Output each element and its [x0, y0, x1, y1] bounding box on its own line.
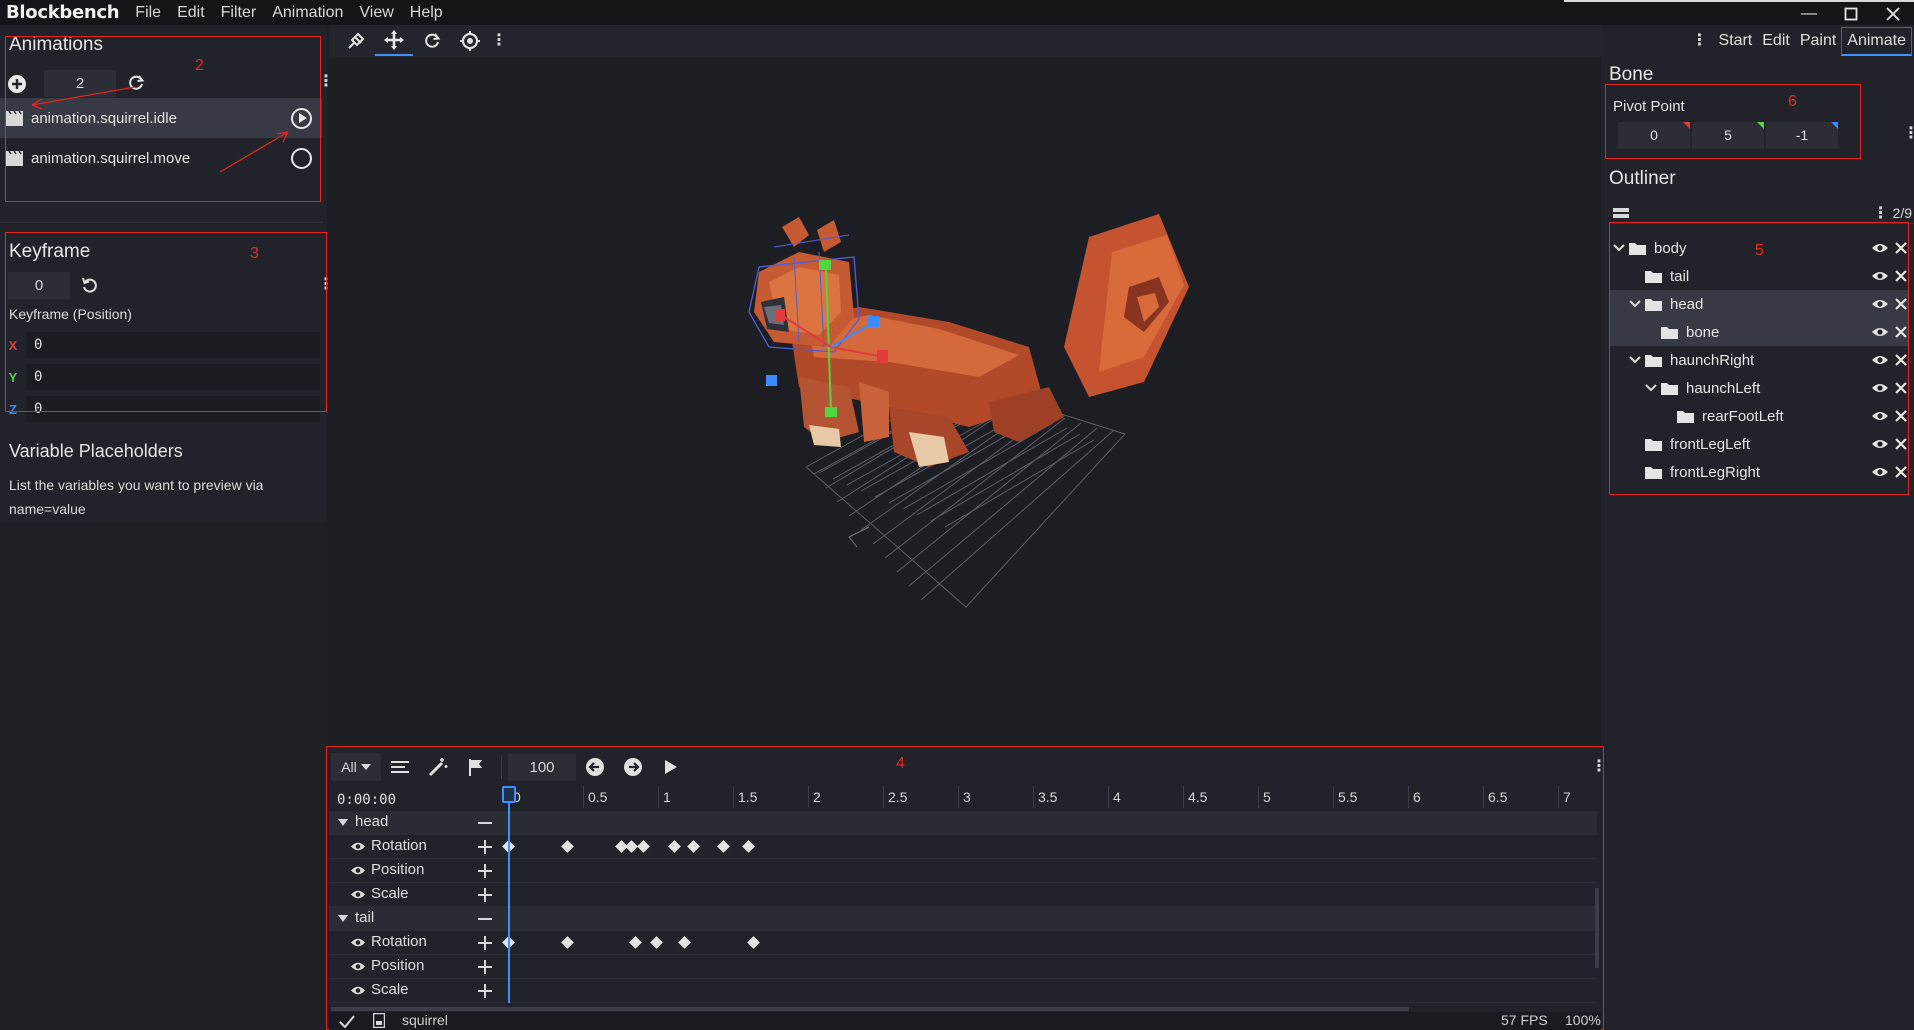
z-axis-handle[interactable] — [868, 316, 879, 327]
mode-tabs: ⋮ Start Edit Paint Animate — [1691, 25, 1914, 57]
bone-menu-icon[interactable]: ⋮ — [1903, 126, 1914, 142]
viewport-menu-icon[interactable]: ⋮ — [491, 33, 507, 49]
annotation-number: 6 — [1788, 93, 1797, 110]
menu-edit[interactable]: Edit — [169, 0, 213, 25]
project-name: squirrel — [402, 1012, 448, 1028]
variable-placeholders-description: List the variables you want to preview v… — [9, 477, 264, 517]
viewport-toolbar: ⋮ — [329, 25, 1601, 57]
move-arrows-icon — [384, 30, 404, 50]
annotation-arrows — [31, 86, 289, 173]
x-axis-handle[interactable] — [775, 309, 785, 321]
bone-panel-title: Bone — [1609, 64, 1654, 85]
file-icon — [373, 1013, 385, 1028]
x-axis-handle[interactable] — [877, 350, 888, 363]
menu-view[interactable]: View — [351, 0, 401, 25]
annotation-box-outliner — [1609, 222, 1909, 495]
annotation-number: 3 — [250, 245, 259, 262]
menu-animation[interactable]: Animation — [264, 0, 351, 25]
mode-menu-icon[interactable]: ⋮ — [1691, 33, 1707, 49]
menu-file[interactable]: File — [127, 0, 169, 25]
y-axis-handle[interactable] — [819, 260, 831, 270]
left-panel-empty-area — [0, 522, 327, 1030]
3d-viewport[interactable]: ⋮ — [329, 25, 1601, 745]
close-icon[interactable] — [1872, 2, 1914, 25]
menu-filter[interactable]: Filter — [213, 0, 265, 25]
status-bar: squirrel 57 FPS 100% — [329, 1012, 1601, 1030]
check-icon — [339, 1015, 355, 1028]
outliner-menu-icon[interactable]: ⋮ — [1873, 205, 1889, 222]
pivot-tool-button[interactable] — [337, 26, 375, 56]
fps-readout: 57 FPS — [1501, 1012, 1548, 1028]
variable-placeholders-title: Variable Placeholders — [9, 441, 183, 461]
panel-divider — [0, 222, 322, 223]
zoom-readout: 100% — [1565, 1012, 1601, 1028]
menu-help[interactable]: Help — [402, 0, 451, 25]
menu-bar: Blockbench File Edit Filter Animation Vi… — [0, 0, 1914, 25]
y-axis-handle[interactable] — [825, 407, 837, 417]
annotation-box-keyframe — [5, 232, 327, 412]
maximize-icon[interactable] — [1830, 2, 1872, 25]
outliner-count: ⋮ 2/9 — [1873, 205, 1912, 222]
z-axis-handle[interactable] — [766, 375, 777, 386]
squirrel-model-render[interactable] — [329, 57, 1601, 745]
timeline-panel: All 100 ⋮ 0:00:00 0 0.5 1 1.5 2 2.5 3 3.5 4 4.5 5 5… — [326, 746, 1607, 1030]
annotation-number: 4 — [896, 755, 905, 772]
pivot-point-button[interactable] — [451, 26, 489, 56]
tab-start[interactable]: Start — [1713, 25, 1757, 57]
move-tool-button[interactable] — [375, 26, 413, 56]
squirrel-tail — [1064, 214, 1189, 397]
annotation-number: 5 — [1755, 242, 1764, 259]
outliner-title: Outliner — [1609, 168, 1676, 189]
app-brand: Blockbench — [6, 2, 120, 23]
tab-animate[interactable]: Animate — [1841, 26, 1912, 56]
outliner-toggle-icon[interactable] — [1613, 207, 1629, 221]
target-icon — [460, 31, 480, 51]
annotation-box-bone — [1605, 84, 1861, 159]
left-panel: Animations 2 ⋮ animation.squirrel.idle a… — [0, 25, 334, 1030]
tab-paint[interactable]: Paint — [1795, 25, 1841, 57]
axis-gizmo — [848, 526, 870, 548]
outliner-count-label: 2/9 — [1892, 205, 1912, 221]
rotate-tool-button[interactable] — [413, 26, 451, 56]
annotation-box-timeline — [326, 746, 1604, 1030]
minimize-icon[interactable]: — — [1788, 2, 1830, 25]
tab-edit[interactable]: Edit — [1757, 25, 1795, 57]
pin-tool-icon — [348, 32, 365, 49]
rotate-icon — [425, 33, 441, 48]
right-panel: ⋮ Start Edit Paint Animate Bone Pivot Po… — [1601, 25, 1914, 1030]
window-controls: — — [1564, 0, 1914, 25]
